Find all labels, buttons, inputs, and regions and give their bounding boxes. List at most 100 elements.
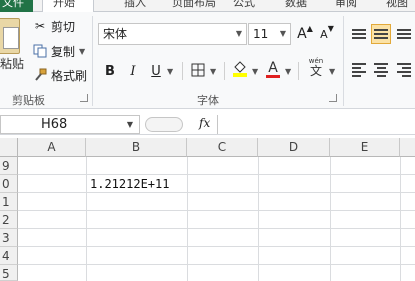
align-bottom-icon xyxy=(397,29,411,39)
chevron-down-icon[interactable]: ▼ xyxy=(252,67,258,76)
italic-button[interactable]: I xyxy=(124,60,142,82)
cell-value[interactable]: 1.21212E+11 xyxy=(90,177,169,191)
grid-line xyxy=(330,157,331,281)
tab-review[interactable]: 审阅 xyxy=(335,0,357,12)
grid-line xyxy=(18,246,415,247)
font-color-glyph: A xyxy=(268,59,278,76)
align-top-button[interactable] xyxy=(349,24,369,44)
chevron-down-icon[interactable]: ▼ xyxy=(79,47,85,56)
select-all-corner[interactable] xyxy=(0,138,18,157)
tab-data[interactable]: 数据 xyxy=(285,0,307,12)
grid-line xyxy=(18,192,415,193)
row-header[interactable]: 4 xyxy=(0,247,18,265)
font-color-swatch xyxy=(266,74,280,78)
column-header-e[interactable]: E xyxy=(330,138,400,157)
chevron-down-icon[interactable]: ▼ xyxy=(210,67,216,76)
grid-line xyxy=(18,174,415,175)
font-group-label: 字体 xyxy=(197,94,219,107)
phonetic-guide-button[interactable]: wén 文 xyxy=(305,57,327,79)
tab-view[interactable]: 视图 xyxy=(386,0,408,12)
clipboard-launcher-icon[interactable] xyxy=(80,94,88,102)
formula-bar-resize-handle[interactable] xyxy=(145,117,183,132)
chevron-down-icon[interactable]: ▼ xyxy=(285,67,291,76)
borders-button[interactable] xyxy=(188,60,208,82)
grid-line xyxy=(18,228,415,229)
font-name-select[interactable]: 宋体 ▼ xyxy=(98,23,247,45)
grid-line xyxy=(86,157,87,281)
paint-bucket-icon xyxy=(232,59,248,80)
row-header[interactable]: 3 xyxy=(0,229,18,247)
bold-button[interactable]: B xyxy=(101,60,119,82)
column-header-a[interactable]: A xyxy=(18,138,86,157)
group-divider xyxy=(92,16,93,106)
chevron-down-icon: ▼ xyxy=(235,29,242,38)
align-middle-icon xyxy=(374,29,388,39)
row-header[interactable]: 0 xyxy=(0,175,18,193)
row-header[interactable]: 2 xyxy=(0,211,18,229)
column-header-d[interactable]: D xyxy=(258,138,330,157)
increase-font-size-button[interactable]: A ▲ xyxy=(296,23,314,45)
tab-formulas[interactable]: 公式 xyxy=(233,0,255,12)
format-painter-button[interactable]: 格式刷 xyxy=(33,65,87,85)
ribbon-tab-bar: 文件 开始 插入 页面布局 公式 数据 审阅 视图 xyxy=(0,0,415,13)
toolbar-divider xyxy=(298,62,299,80)
group-divider xyxy=(343,16,344,106)
clipboard-group-label: 剪贴板 xyxy=(12,94,45,107)
align-right-button[interactable] xyxy=(394,60,414,80)
align-top-icon xyxy=(352,29,366,39)
name-box-value: H68 xyxy=(41,117,68,132)
font-name-value: 宋体 xyxy=(103,27,128,41)
align-bottom-button[interactable] xyxy=(394,24,414,44)
copy-label: 复制 xyxy=(51,44,76,59)
row-header[interactable]: 1 xyxy=(0,193,18,211)
tab-page-layout[interactable]: 页面布局 xyxy=(172,0,216,12)
tab-file[interactable]: 文件 xyxy=(0,0,33,12)
bold-glyph: B xyxy=(105,63,115,79)
cut-label: 剪切 xyxy=(51,19,76,34)
grid-line xyxy=(18,264,415,265)
font-color-button[interactable]: A xyxy=(263,58,283,80)
grid-line xyxy=(18,210,415,211)
font-launcher-icon[interactable] xyxy=(329,94,337,102)
cut-button[interactable]: ✂ 剪切 xyxy=(33,16,75,36)
toolbar-divider xyxy=(224,62,225,80)
fill-color-button[interactable] xyxy=(230,58,250,80)
align-right-icon xyxy=(397,63,411,77)
toolbar-divider xyxy=(182,62,183,80)
worksheet-grid: A B C D E 9 0 1 2 3 4 5 1.21212E+11 xyxy=(0,138,415,281)
grow-font-glyph: A xyxy=(297,26,307,42)
scissors-icon: ✂ xyxy=(34,19,46,33)
italic-glyph: I xyxy=(130,63,136,79)
underline-glyph: U xyxy=(151,63,161,79)
chevron-down-icon[interactable]: ▼ xyxy=(167,67,173,76)
brush-icon xyxy=(33,68,47,82)
paste-button[interactable]: 粘贴 xyxy=(0,55,24,72)
align-left-button[interactable] xyxy=(349,60,369,80)
insert-function-button[interactable]: fx xyxy=(199,116,210,130)
chevron-down-icon[interactable]: ▼ xyxy=(329,67,335,76)
formula-input[interactable] xyxy=(217,115,415,134)
chevron-down-icon[interactable]: ▼ xyxy=(127,116,133,133)
format-painter-label: 格式刷 xyxy=(51,68,88,83)
column-header-partial[interactable] xyxy=(400,138,415,157)
tab-insert[interactable]: 插入 xyxy=(124,0,146,12)
copy-button[interactable]: 复制 ▼ xyxy=(33,41,85,61)
column-header-b[interactable]: B xyxy=(86,138,187,157)
column-header-c[interactable]: C xyxy=(187,138,258,157)
name-box[interactable]: H68 ▼ xyxy=(0,115,140,134)
decrease-font-size-button[interactable]: A ▼ xyxy=(318,23,336,45)
align-center-button[interactable] xyxy=(371,60,391,80)
shrink-font-glyph: A xyxy=(320,27,328,41)
align-left-icon xyxy=(352,63,366,77)
align-middle-button[interactable] xyxy=(371,24,391,44)
align-center-icon xyxy=(374,63,388,77)
row-header[interactable]: 9 xyxy=(0,157,18,175)
row-header[interactable]: 5 xyxy=(0,265,18,281)
font-size-select[interactable]: 11 ▼ xyxy=(248,23,291,45)
grid-line xyxy=(258,157,259,281)
underline-button[interactable]: U xyxy=(147,60,165,82)
paste-icon[interactable] xyxy=(0,18,20,54)
border-grid-icon xyxy=(191,63,205,80)
grid-line xyxy=(400,157,401,281)
grid-line xyxy=(187,157,188,281)
